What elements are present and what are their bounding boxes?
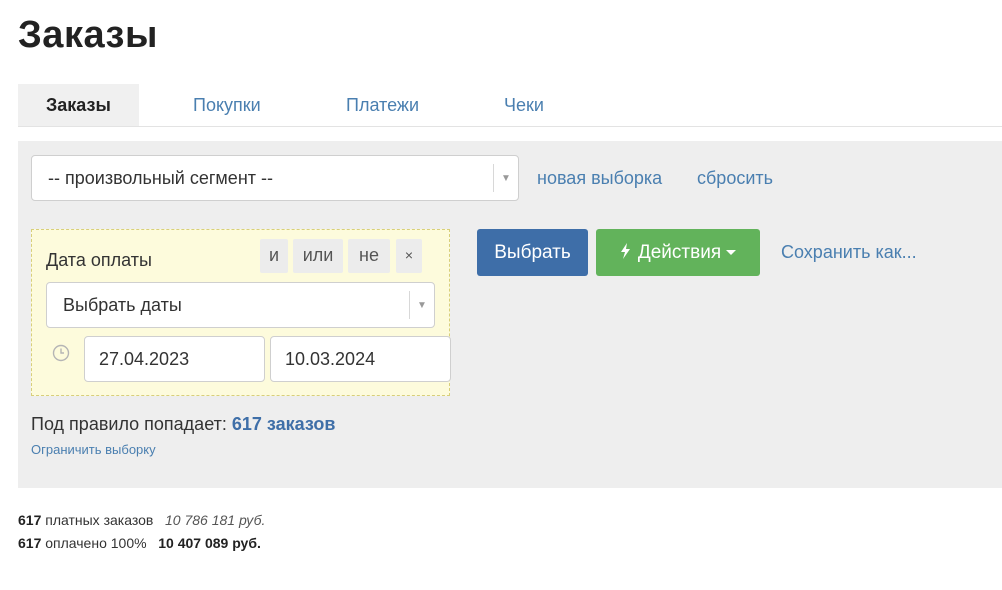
rule-label: Дата оплаты <box>46 250 152 270</box>
clock-icon <box>52 344 70 362</box>
tab-purchases[interactable]: Покупки <box>193 84 261 126</box>
summary-amount: 10 786 181 руб. <box>165 512 266 528</box>
not-button[interactable]: не <box>348 239 390 273</box>
summary-paid-orders: 617 платных заказов 10 786 181 руб. <box>18 512 265 528</box>
caret-down-icon <box>726 250 737 255</box>
remove-rule-button[interactable]: × <box>396 239 422 273</box>
chevron-down-icon: ▼ <box>493 164 518 192</box>
new-selection-link[interactable]: новая выборка <box>537 168 662 189</box>
bolt-icon <box>620 243 630 259</box>
tab-payments[interactable]: Платежи <box>346 84 419 126</box>
match-info: Под правило попадает: 617 заказов <box>31 414 335 435</box>
reset-link[interactable]: сбросить <box>697 168 773 189</box>
match-count: 617 заказов <box>231 414 336 434</box>
summary-label: оплачено 100% <box>45 535 147 551</box>
segment-select[interactable]: -- произвольный сегмент -- ▼ <box>31 155 519 201</box>
actions-button[interactable]: Действия <box>596 229 760 276</box>
summary-amount: 10 407 089 руб. <box>158 535 261 551</box>
page-title: Заказы <box>18 14 158 56</box>
or-button[interactable]: или <box>293 239 343 273</box>
actions-button-label: Действия <box>637 242 722 263</box>
date-to-input[interactable]: 10.03.2024 <box>270 336 451 382</box>
and-button[interactable]: и <box>260 239 288 273</box>
save-as-link[interactable]: Сохранить как... <box>781 242 917 263</box>
summary-label: платных заказов <box>45 512 154 528</box>
tab-orders[interactable]: Заказы <box>18 84 139 126</box>
rule-block: Дата оплаты и или не × Выбрать даты ▼ 27… <box>31 229 451 396</box>
match-text: Под правило попадает: <box>31 414 227 434</box>
select-button[interactable]: Выбрать <box>477 229 588 276</box>
limit-selection-link[interactable]: Ограничить выборку <box>31 442 156 457</box>
segment-select-value: -- произвольный сегмент -- <box>48 168 273 188</box>
summary-paid-full: 617 оплачено 100% 10 407 089 руб. <box>18 535 261 551</box>
summary-count: 617 <box>18 535 42 551</box>
tab-bar: Заказы Покупки Платежи Чеки <box>18 84 1002 127</box>
date-range-select[interactable]: Выбрать даты ▼ <box>46 282 435 328</box>
chevron-down-icon: ▼ <box>409 291 434 319</box>
tab-receipts[interactable]: Чеки <box>504 84 544 126</box>
summary-count: 617 <box>18 512 42 528</box>
date-range-select-value: Выбрать даты <box>63 295 182 315</box>
date-from-input[interactable]: 27.04.2023 <box>84 336 265 382</box>
